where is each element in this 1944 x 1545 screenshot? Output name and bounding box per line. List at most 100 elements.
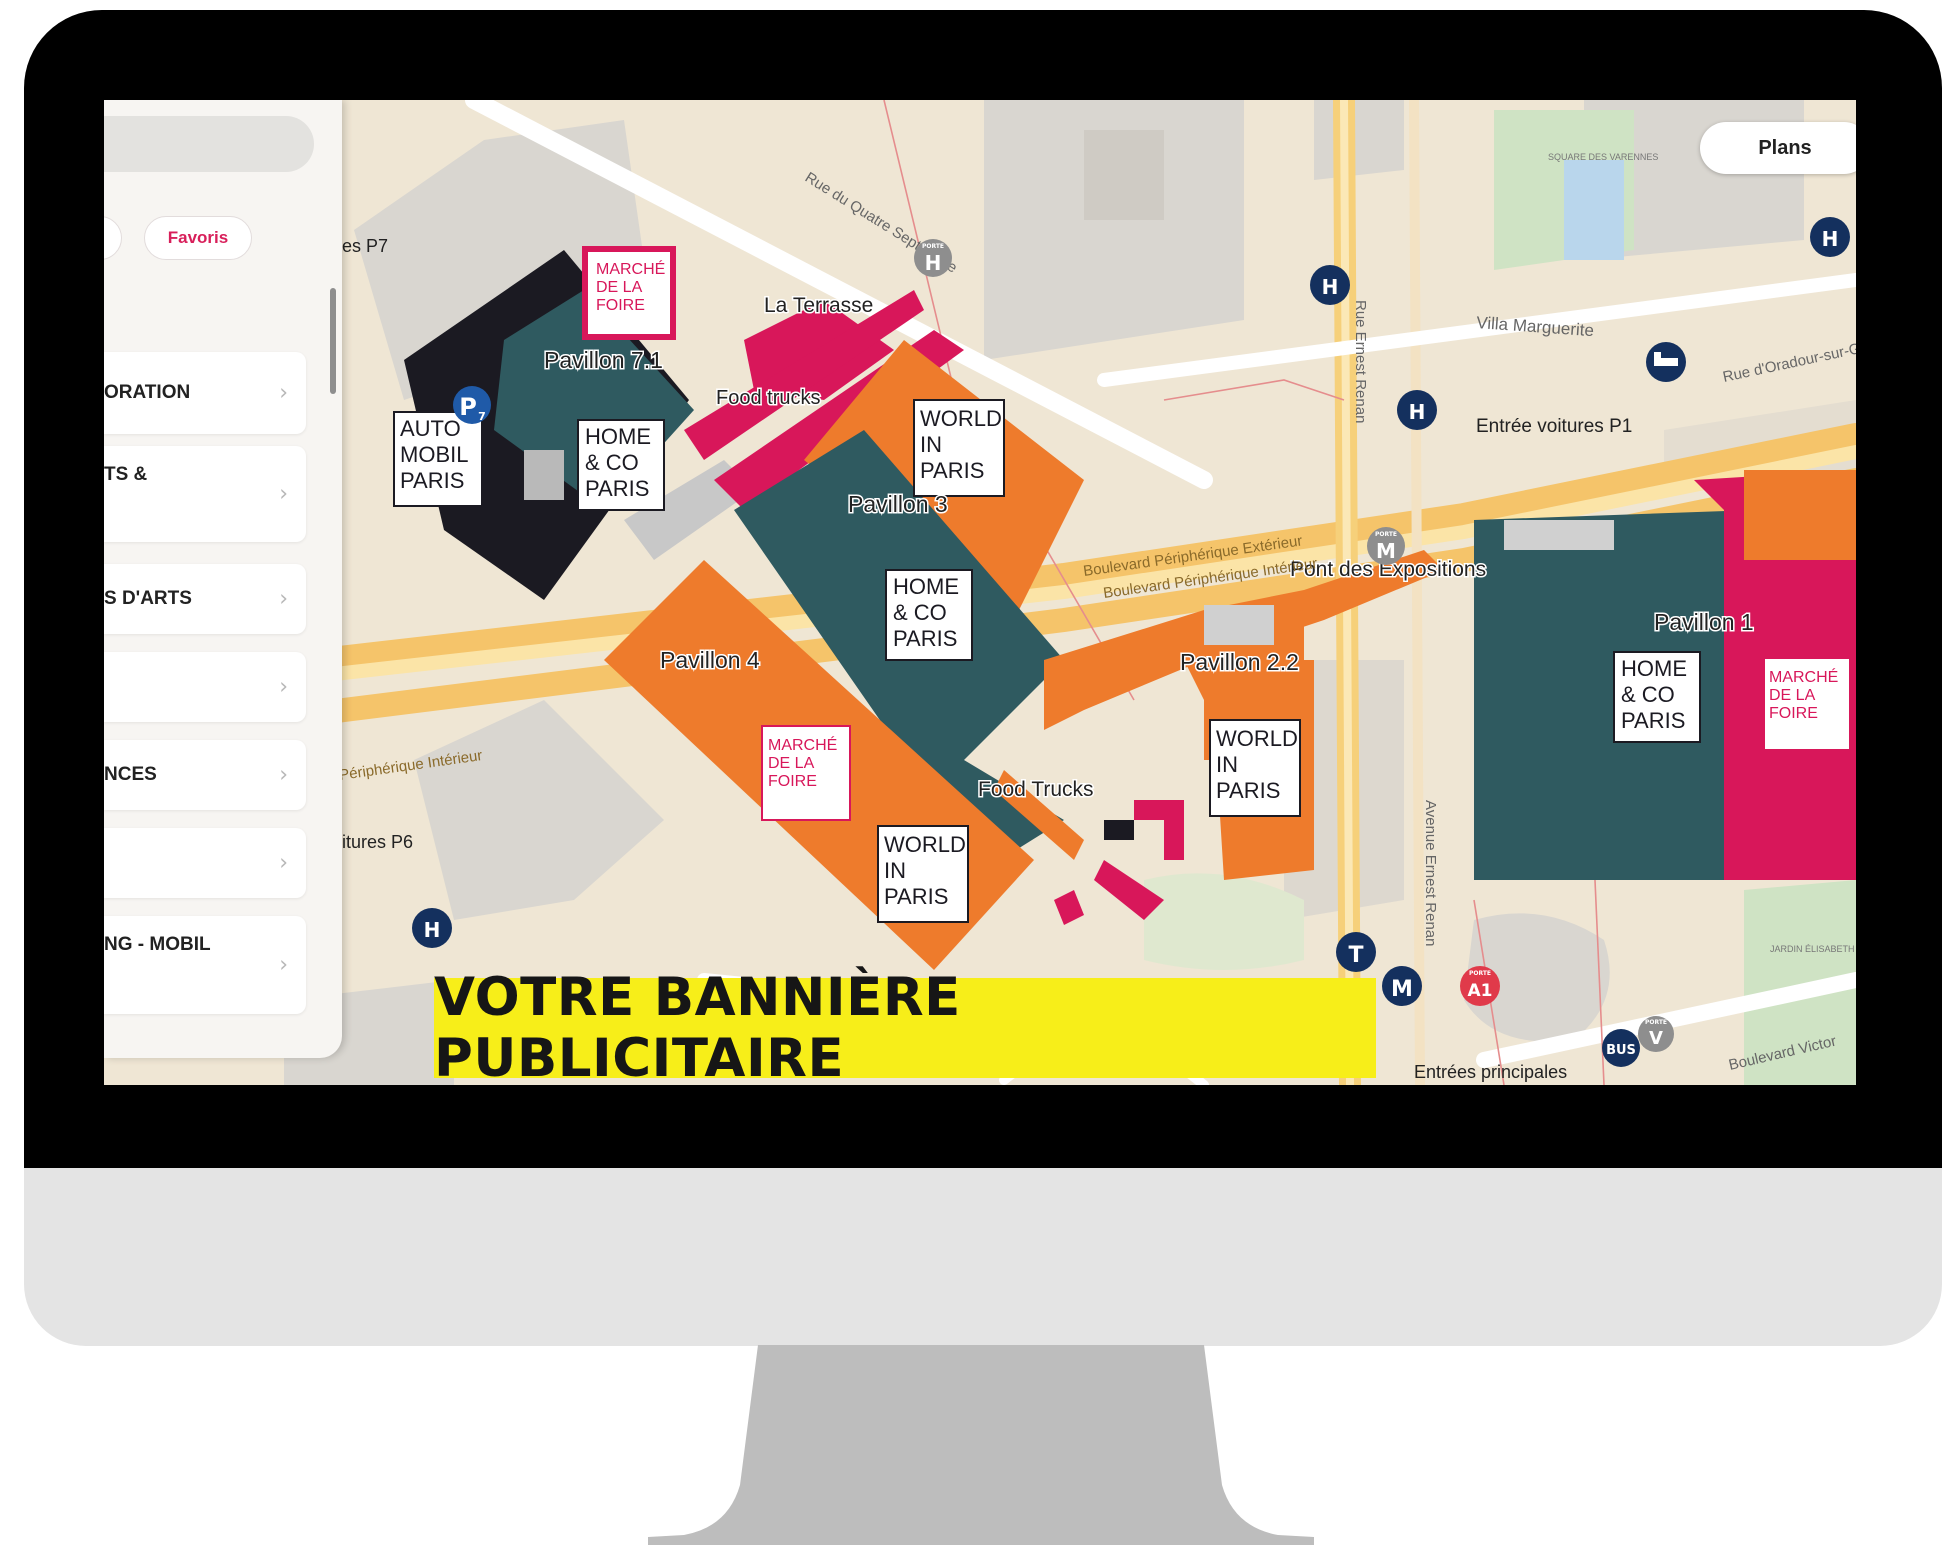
label-pavillon-1: Pavillon 1 [1654,609,1754,635]
label-p7: es P7 [342,236,388,256]
street-rue-renan: Rue Ernest Renan [1352,300,1369,423]
logo-marche-2: MARCHÉ DE LA FOIRE [761,725,851,821]
svg-text:P: P [459,393,477,421]
chevron-right-icon: › [279,762,288,788]
label-voitures-p6: itures P6 [342,832,413,852]
ad-banner[interactable]: VOTRE BANNIÈRE PUBLICITAIRE [434,967,1376,1085]
logo-marche3-line1: MARCHÉ [1769,667,1838,686]
search-input[interactable] [104,116,314,172]
street-avenue-renan: Avenue Ernest Renan [1422,800,1439,947]
logo-auto-line1: AUTO [400,416,461,441]
logo-world-line1: WORLD [920,406,1002,431]
logo-home3-line2: & CO [1621,682,1675,707]
chevron-right-icon: › [279,850,288,876]
label-pavillon-4: Pavillon 4 [660,647,760,673]
category-item[interactable]: ORATION › [104,352,306,434]
sidebar-panel: Favoris ORATION › TS & › S D'ARTS › › NC… [104,100,342,1058]
category-label: S D'ARTS [104,588,192,609]
hotel-icon[interactable]: H [1810,217,1850,257]
svg-text:M: M [1376,539,1396,563]
logo-home-2: HOME & CO PARIS [885,569,973,661]
category-item[interactable]: NG - MOBIL › [104,916,306,1014]
parking-p7-icon[interactable]: P 7 [453,386,491,424]
logo-auto-line2: MOBIL [400,442,468,467]
map-canvas[interactable]: MARCHÉ DE LA FOIRE AUTO MOBIL PARIS HOME… [104,100,1856,1085]
category-label: NCES [104,764,157,785]
category-label: TS & [104,463,148,485]
porte-v-icon[interactable]: PORTE V [1638,1016,1674,1052]
logo-marche2-line2: DE LA [768,755,815,772]
hotel-icon[interactable]: H [412,908,452,948]
logo-home3-line1: HOME [1621,656,1687,681]
label-entrees: Entrées principales [1414,1062,1567,1082]
svg-text:H: H [1322,275,1339,299]
category-item[interactable]: S D'ARTS › [104,564,306,634]
svg-text:H: H [424,918,441,942]
label-jardin: JARDIN ÉLISABETH BOSELLI [1770,944,1856,954]
chevron-right-icon: › [279,952,288,978]
label-food-trucks-1: Food trucks [716,387,820,409]
bed-icon[interactable] [1646,342,1686,382]
logo-home2-line3: PARIS [893,626,957,651]
filter-chip-favoris[interactable]: Favoris [144,216,252,260]
tram-icon[interactable]: T [1336,932,1376,972]
chevron-right-icon: › [279,380,288,406]
logo-home-line3: PARIS [585,476,649,501]
svg-text:PORTE: PORTE [1645,1019,1667,1026]
logo-marche-line1: MARCHÉ [596,259,665,278]
label-pavillon-2-2: Pavillon 2.2 [1180,649,1299,675]
category-item[interactable]: NCES › [104,740,306,810]
pond [1564,160,1624,260]
logo-home-line2: & CO [585,450,639,475]
logo-marche-line2: DE LA [596,279,643,296]
label-square: SQUARE DES VARENNES [1548,152,1658,162]
map-screen[interactable]: MARCHÉ DE LA FOIRE AUTO MOBIL PARIS HOME… [104,100,1856,1085]
category-item[interactable]: › [104,828,306,898]
logo-home3-line3: PARIS [1621,708,1685,733]
category-label: ORATION [104,382,191,403]
logo-world3-line3: PARIS [1216,778,1280,803]
svg-text:V: V [1649,1028,1663,1049]
svg-text:PORTE: PORTE [1375,531,1397,538]
svg-text:PORTE: PORTE [1469,970,1491,977]
label-food-trucks-2: Food Trucks [978,778,1094,801]
monitor-chin [24,1168,1942,1346]
logo-world-line3: PARIS [920,458,984,483]
logo-home-1: HOME & CO PARIS [577,419,665,511]
logo-auto-mobil: AUTO MOBIL PARIS [393,411,483,507]
logo-home2-line1: HOME [893,574,959,599]
hotel-icon[interactable]: H [1310,265,1350,305]
logo-marche3-line3: FOIRE [1769,705,1818,722]
hotel-icon[interactable]: H [1397,390,1437,430]
sidebar-scrollbar[interactable] [330,288,336,394]
porte-m-icon[interactable]: PORTE M [1367,527,1405,565]
svg-text:M: M [1391,977,1413,1002]
porte-h-icon[interactable]: PORTE H [914,239,952,277]
chevron-right-icon: › [279,586,288,612]
bus-icon[interactable]: BUS [1602,1029,1640,1067]
logo-world-1: WORLD IN PARIS [913,399,1005,497]
category-item[interactable]: TS & › [104,446,306,542]
monitor-stand [648,1345,1314,1545]
svg-text:7: 7 [478,410,486,423]
logo-world2-line1: WORLD [884,832,966,857]
plans-button[interactable]: Plans [1700,122,1856,174]
svg-text:H: H [1822,227,1839,251]
filter-chip[interactable] [104,216,122,260]
logo-marche-3: MARCHÉ DE LA FOIRE [1763,657,1851,751]
logo-marche2-line1: MARCHÉ [768,735,837,754]
chevron-right-icon: › [279,481,288,507]
svg-text:T: T [1348,943,1363,968]
category-item[interactable]: › [104,652,306,722]
logo-world-2: WORLD IN PARIS [877,825,969,923]
metro-icon[interactable]: M [1382,966,1422,1006]
porte-a1-icon[interactable]: PORTE A1 [1460,966,1500,1006]
svg-text:PORTE: PORTE [922,243,944,250]
label-la-terrasse: La Terrasse [764,294,873,317]
logo-world-3: WORLD IN PARIS [1209,719,1301,817]
logo-marche-1: MARCHÉ DE LA FOIRE [582,246,676,340]
logo-world3-line2: IN [1216,752,1238,777]
logo-world3-line1: WORLD [1216,726,1298,751]
label-pavillon-7-1: Pavillon 7.1 [544,347,663,373]
svg-text:H: H [1409,400,1426,424]
